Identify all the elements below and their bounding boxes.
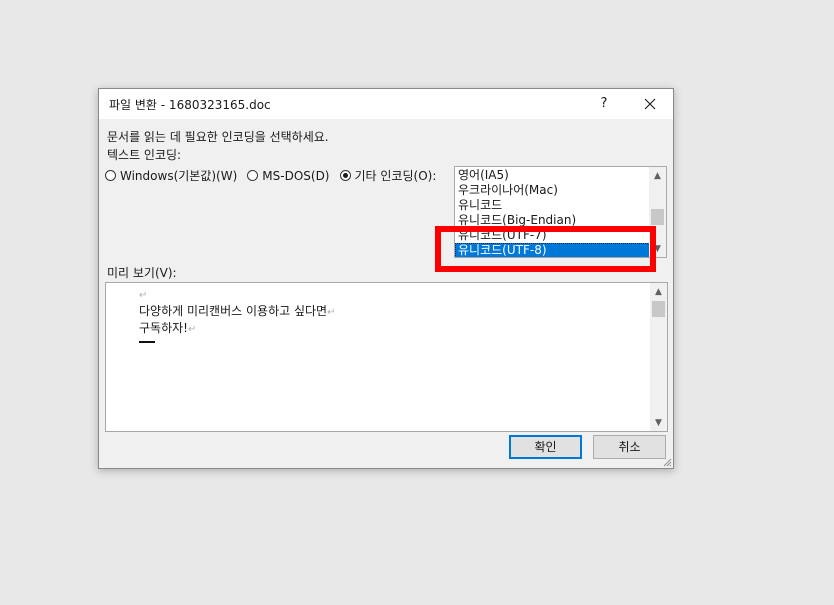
radio-ms-dos[interactable]: MS-DOS(D)	[247, 168, 330, 183]
encoding-list-item[interactable]: 우크라이나어(Mac)	[455, 183, 650, 198]
radio-windows-default[interactable]: Windows(기본값)(W)	[105, 167, 237, 184]
close-icon	[644, 98, 656, 110]
encoding-list-item[interactable]: 유니코드(Big-Endian)	[455, 213, 650, 228]
ok-button[interactable]: 확인	[509, 435, 582, 459]
preview-label: 미리 보기(V):	[107, 266, 177, 280]
text-cursor	[139, 341, 155, 343]
text-encoding-label: 텍스트 인코딩:	[107, 148, 182, 162]
radio-label-other: 기타 인코딩(O):	[354, 169, 437, 183]
dialog-title: 파일 변환 - 1680323165.doc	[109, 98, 271, 112]
radio-button-icon	[105, 170, 116, 181]
resize-grip-icon[interactable]	[662, 457, 672, 467]
preview-line: 구독하자!↵	[139, 320, 335, 337]
encoding-list-items: 영어(IA5) 우크라이나어(Mac) 유니코드 유니코드(Big-Endian…	[455, 168, 650, 257]
help-button[interactable]: ?	[593, 93, 615, 115]
radio-other-encoding[interactable]: 기타 인코딩(O):	[339, 167, 437, 184]
preview-content: ↵ 다양하게 미리캔버스 이용하고 싶다면↵ 구독하자!↵	[139, 286, 335, 343]
close-button[interactable]	[639, 93, 661, 115]
scroll-thumb[interactable]	[652, 301, 665, 317]
preview-pane[interactable]: ↵ 다양하게 미리캔버스 이용하고 싶다면↵ 구독하자!↵ ▲ ▼	[105, 282, 668, 432]
scroll-down-arrow-icon[interactable]: ▼	[650, 414, 667, 431]
radio-button-checked-icon	[339, 170, 351, 181]
scroll-up-arrow-icon[interactable]: ▲	[649, 167, 666, 184]
radio-label-windows: Windows(기본값)(W)	[120, 169, 238, 183]
scroll-thumb[interactable]	[651, 209, 664, 225]
encoding-list-item-selected[interactable]: 유니코드(UTF-8)	[455, 243, 650, 257]
encoding-list-item[interactable]: 영어(IA5)	[455, 168, 650, 183]
preview-line-empty: ↵	[139, 286, 335, 303]
paragraph-mark-icon: ↵	[187, 324, 197, 335]
preview-line-text: 다양하게 미리캔버스 이용하고 싶다면	[139, 304, 328, 318]
encoding-listbox[interactable]: 영어(IA5) 우크라이나어(Mac) 유니코드 유니코드(Big-Endian…	[454, 166, 667, 258]
file-conversion-dialog: 파일 변환 - 1680323165.doc ? 문서를 읽는 데 필요한 인코…	[98, 88, 674, 469]
instruction-text: 문서를 읽는 데 필요한 인코딩을 선택하세요.	[107, 130, 329, 144]
scroll-down-arrow-icon[interactable]: ▼	[649, 240, 666, 257]
cancel-button[interactable]: 취소	[593, 435, 666, 459]
preview-line: 다양하게 미리캔버스 이용하고 싶다면↵	[139, 303, 335, 320]
radio-button-icon	[247, 170, 259, 181]
paragraph-mark-icon: ↵	[327, 307, 336, 318]
encoding-list-item[interactable]: 유니코드	[455, 198, 650, 213]
preview-scrollbar[interactable]: ▲ ▼	[650, 283, 667, 431]
encoding-list-item[interactable]: 유니코드(UTF-7)	[455, 228, 650, 243]
scroll-up-arrow-icon[interactable]: ▲	[650, 283, 667, 300]
radio-label-ms-dos: MS-DOS(D)	[262, 168, 330, 183]
title-bar[interactable]: 파일 변환 - 1680323165.doc ?	[99, 89, 673, 119]
listbox-scrollbar[interactable]: ▲ ▼	[649, 167, 666, 257]
preview-line-text: 구독하자!	[139, 321, 188, 335]
encoding-radio-group: Windows(기본값)(W) MS-DOS(D) 기타 인코딩(O):	[105, 167, 446, 184]
paragraph-mark-icon: ↵	[139, 290, 148, 301]
